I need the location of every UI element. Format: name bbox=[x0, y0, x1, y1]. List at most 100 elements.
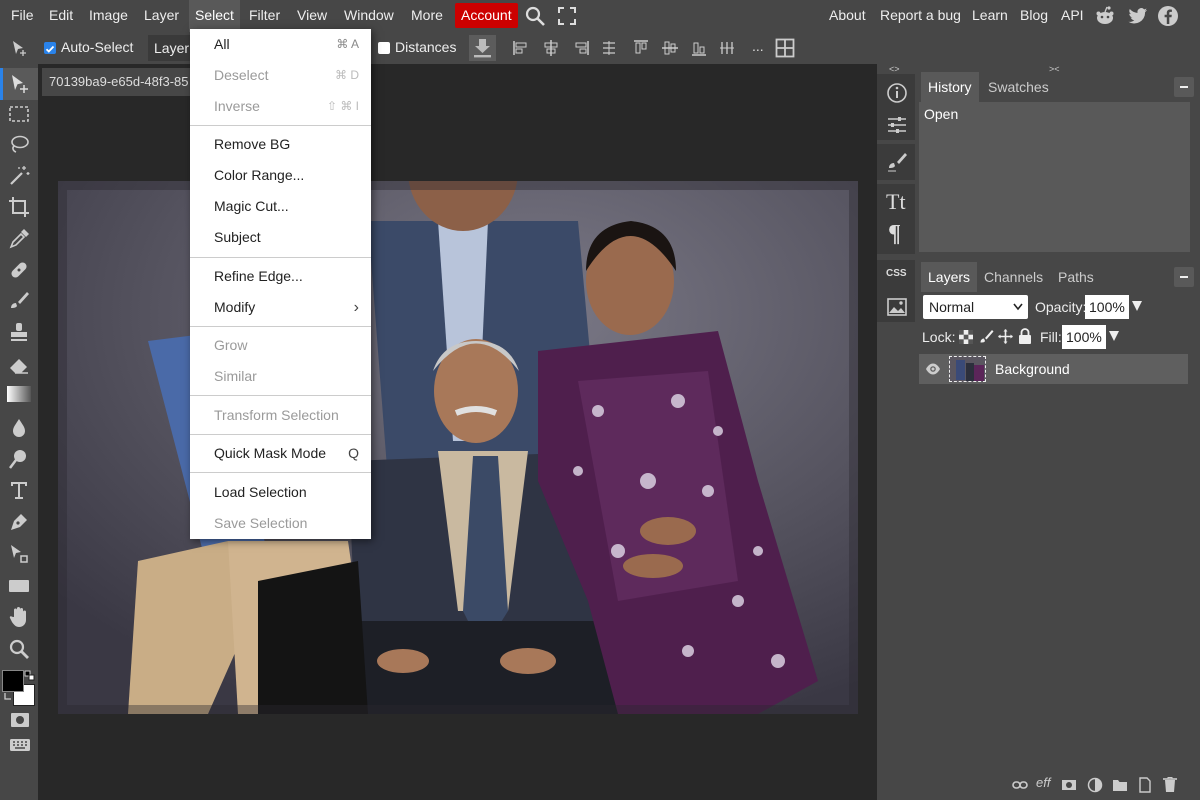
trash-icon[interactable] bbox=[1162, 776, 1178, 793]
menu-filter[interactable]: Filter bbox=[243, 0, 286, 32]
keyboard-icon[interactable] bbox=[8, 733, 32, 757]
collapse-arrows-icon[interactable]: <> bbox=[889, 64, 900, 74]
swap-colors-icon[interactable] bbox=[24, 670, 36, 682]
tool-move-active[interactable] bbox=[0, 68, 38, 100]
tab-paths[interactable]: Paths bbox=[1051, 262, 1101, 292]
menu-item-modify[interactable]: Modify › bbox=[190, 292, 371, 323]
rectangle-tool-icon[interactable] bbox=[7, 574, 31, 598]
link-report-bug[interactable]: Report a bug bbox=[874, 0, 967, 32]
menu-account[interactable]: Account bbox=[455, 3, 518, 28]
lasso-tool-icon[interactable] bbox=[7, 133, 31, 157]
menu-item-remove-bg[interactable]: Remove BG bbox=[190, 129, 371, 160]
link-api[interactable]: API bbox=[1055, 0, 1090, 32]
eye-icon[interactable] bbox=[925, 362, 941, 376]
blur-tool-icon[interactable] bbox=[7, 416, 31, 440]
hand-tool-icon[interactable] bbox=[7, 605, 31, 629]
align-top-icon[interactable] bbox=[632, 39, 650, 57]
lock-pixels-icon[interactable] bbox=[979, 329, 994, 344]
css-icon[interactable]: CSS bbox=[886, 268, 907, 279]
distribute-h-icon[interactable] bbox=[600, 39, 618, 57]
clone-stamp-tool-icon[interactable] bbox=[7, 320, 31, 344]
menu-more[interactable]: More bbox=[405, 0, 449, 32]
align-hcenter-icon[interactable] bbox=[542, 39, 560, 57]
menu-edit[interactable]: Edit bbox=[43, 0, 79, 32]
healing-brush-tool-icon[interactable] bbox=[7, 258, 31, 282]
tab-channels[interactable]: Channels bbox=[977, 262, 1050, 292]
foreground-color-swatch[interactable] bbox=[2, 670, 24, 692]
tab-swatches[interactable]: Swatches bbox=[981, 72, 1056, 102]
lock-all-icon[interactable] bbox=[1018, 328, 1032, 344]
download-button[interactable] bbox=[469, 35, 496, 61]
menu-item-magic-cut[interactable]: Magic Cut... bbox=[190, 191, 371, 222]
adjustments-icon[interactable] bbox=[886, 114, 908, 136]
menu-window[interactable]: Window bbox=[338, 0, 400, 32]
eraser-tool-icon[interactable] bbox=[7, 353, 31, 377]
more-options-button[interactable]: ... bbox=[752, 38, 764, 54]
search-icon[interactable] bbox=[524, 5, 546, 27]
layer-row[interactable]: Background bbox=[919, 354, 1188, 384]
link-about[interactable]: About bbox=[823, 0, 872, 32]
group-folder-icon[interactable] bbox=[1112, 777, 1128, 793]
menu-file[interactable]: File bbox=[5, 0, 40, 32]
align-left-icon[interactable] bbox=[512, 39, 530, 57]
zoom-tool-icon[interactable] bbox=[7, 637, 31, 661]
magic-wand-tool-icon[interactable] bbox=[7, 164, 31, 188]
lock-transparency-icon[interactable] bbox=[959, 330, 973, 344]
fullscreen-icon[interactable] bbox=[556, 5, 578, 27]
text-tool-icon[interactable] bbox=[7, 478, 31, 502]
menu-item-subject[interactable]: Subject bbox=[190, 222, 371, 253]
menu-item-quick-mask[interactable]: Quick Mask Mode Q bbox=[190, 438, 371, 469]
menu-layer[interactable]: Layer bbox=[138, 0, 185, 32]
path-select-tool-icon[interactable] bbox=[7, 542, 31, 566]
layer-mask-icon[interactable] bbox=[1061, 777, 1077, 793]
reset-colors-icon[interactable] bbox=[3, 691, 13, 701]
image-icon[interactable] bbox=[886, 296, 908, 318]
facebook-icon[interactable] bbox=[1157, 5, 1179, 27]
align-vcenter-icon[interactable] bbox=[661, 39, 679, 57]
link-blog[interactable]: Blog bbox=[1014, 0, 1054, 32]
menu-select[interactable]: Select bbox=[189, 0, 240, 32]
menu-item-color-range[interactable]: Color Range... bbox=[190, 160, 371, 191]
paragraph-icon[interactable]: ¶ bbox=[888, 221, 901, 248]
document-tab[interactable]: 70139ba9-e65d-48f3-85 bbox=[42, 68, 194, 96]
layers-panel-menu-button[interactable] bbox=[1174, 267, 1194, 287]
link-learn[interactable]: Learn bbox=[966, 0, 1014, 32]
align-right-icon[interactable] bbox=[572, 39, 590, 57]
tab-layers[interactable]: Layers bbox=[921, 262, 978, 292]
history-panel-menu-button[interactable] bbox=[1174, 77, 1194, 97]
new-layer-icon[interactable] bbox=[1137, 777, 1153, 793]
distances-checkbox[interactable] bbox=[378, 42, 390, 54]
adjustment-layer-icon[interactable] bbox=[1087, 777, 1103, 793]
layer-name[interactable]: Background bbox=[995, 354, 1070, 384]
menu-view[interactable]: View bbox=[291, 0, 333, 32]
align-bottom-icon[interactable] bbox=[690, 39, 708, 57]
canvas-image[interactable] bbox=[58, 181, 858, 714]
twitter-icon[interactable] bbox=[1127, 5, 1149, 27]
eyedropper-tool-icon[interactable] bbox=[7, 227, 31, 251]
character-icon[interactable]: Tt bbox=[886, 189, 906, 215]
menu-item-refine-edge[interactable]: Refine Edge... bbox=[190, 261, 371, 292]
dodge-tool-icon[interactable] bbox=[7, 447, 31, 471]
menu-image[interactable]: Image bbox=[83, 0, 134, 32]
opacity-input[interactable]: 100% bbox=[1085, 295, 1129, 319]
fill-input[interactable]: 100% bbox=[1062, 325, 1106, 349]
opacity-dropdown-icon[interactable] bbox=[1131, 300, 1143, 312]
auto-select-target-dropdown[interactable]: Layer bbox=[148, 35, 193, 61]
fill-dropdown-icon[interactable] bbox=[1108, 330, 1120, 342]
lock-position-icon[interactable] bbox=[998, 329, 1013, 344]
menu-item-all[interactable]: All ⌘ A bbox=[190, 29, 371, 60]
tab-history[interactable]: History bbox=[921, 72, 979, 102]
crop-tool-icon[interactable] bbox=[7, 195, 31, 219]
effects-icon[interactable]: eff bbox=[1036, 775, 1050, 790]
blend-mode-select[interactable]: Normal bbox=[923, 295, 1028, 319]
marquee-tool-icon[interactable] bbox=[7, 102, 31, 126]
gradient-tool-icon[interactable] bbox=[7, 386, 31, 402]
history-entry[interactable]: Open bbox=[919, 102, 1190, 126]
reddit-icon[interactable] bbox=[1094, 5, 1116, 27]
distribute-v-icon[interactable] bbox=[718, 39, 736, 57]
menu-item-load-selection[interactable]: Load Selection bbox=[190, 477, 371, 508]
auto-select-checkbox[interactable] bbox=[44, 42, 56, 54]
quick-mask-icon[interactable] bbox=[8, 708, 32, 732]
grid-icon[interactable] bbox=[775, 38, 795, 58]
link-layers-icon[interactable] bbox=[1012, 778, 1028, 792]
